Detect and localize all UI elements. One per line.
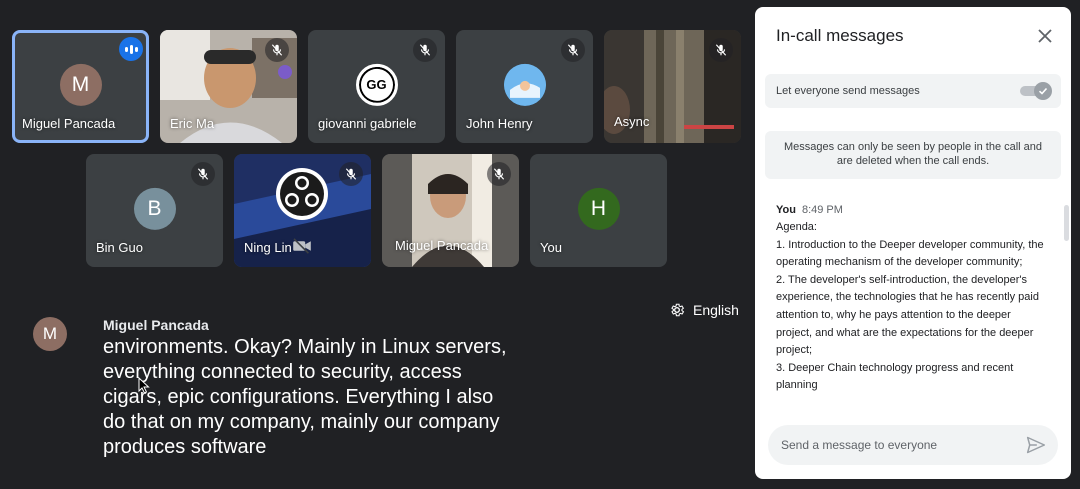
caption-text: environments. Okay? Mainly in Linux serv… [103, 336, 507, 458]
camera-off-icon [293, 238, 311, 254]
gear-icon [671, 303, 685, 317]
mic-off-icon [487, 162, 511, 186]
check-icon [1038, 87, 1048, 95]
participant-name: John Henry [466, 116, 533, 131]
mic-off-icon [561, 38, 585, 62]
close-button[interactable] [1033, 24, 1057, 48]
participant-tile-giovanni-gabriele[interactable]: GG giovanni gabriele [308, 30, 445, 143]
mic-off-icon [413, 38, 437, 62]
message-line: 3. Deeper Chain technology progress and … [776, 361, 1014, 392]
participant-tile-async[interactable]: Async [604, 30, 741, 143]
mic-off-icon [709, 38, 733, 62]
allow-messages-row: Let everyone send messages [765, 74, 1061, 108]
messages-notice: Messages can only be seen by people in t… [765, 131, 1061, 179]
language-label: English [693, 302, 739, 318]
participant-tile-miguel-pancada[interactable]: M Miguel Pancada [12, 30, 149, 143]
participant-tile-ning-lin[interactable]: Ning Lin [234, 154, 371, 267]
participant-name: Bin Guo [96, 240, 143, 255]
participant-tile-john-henry[interactable]: John Henry [456, 30, 593, 143]
mic-off-icon [339, 162, 363, 186]
participant-tile-bin-guo[interactable]: B Bin Guo [86, 154, 223, 267]
message-line: 1. Introduction to the Deeper developer … [776, 238, 1044, 269]
allow-messages-label: Let everyone send messages [776, 85, 920, 97]
send-icon[interactable] [1026, 435, 1046, 455]
message-time: 8:49 PM [801, 204, 843, 216]
message-line: Agenda: [776, 221, 817, 233]
participant-tile-eric-ma[interactable]: Eric Ma [160, 30, 297, 143]
participant-name: Ning Lin [244, 240, 292, 255]
caption-speaker-name: Miguel Pancada [103, 317, 209, 333]
participant-name: Miguel Pancada [22, 116, 116, 131]
close-icon [1038, 29, 1052, 43]
participant-tile-miguel-pancada-video[interactable]: Miguel Pancada [382, 154, 519, 267]
avatar: GG [355, 63, 398, 106]
avatar: M [59, 63, 102, 106]
in-call-messages-panel: In-call messages Let everyone send messa… [755, 7, 1071, 479]
participant-name: Eric Ma [170, 116, 215, 131]
mouse-cursor-icon [138, 377, 150, 394]
mic-off-icon [191, 162, 215, 186]
avatar: H [577, 187, 620, 230]
participant-tile-you[interactable]: H You [530, 154, 667, 267]
message-compose [768, 425, 1058, 465]
participant-name: You [540, 240, 562, 255]
message-input[interactable] [781, 435, 1011, 455]
speaking-indicator-icon [119, 37, 143, 61]
message-header: You 8:49 PM [776, 204, 843, 216]
caption-speaker-avatar: M [33, 317, 67, 351]
participant-name: Async [614, 114, 650, 129]
avatar [503, 63, 546, 106]
allow-messages-toggle[interactable] [1020, 82, 1052, 100]
participant-name: Miguel Pancada [395, 238, 489, 253]
mic-off-icon [265, 38, 289, 62]
panel-title: In-call messages [776, 26, 904, 45]
message-body: Agenda: 1. Introduction to the Deeper de… [776, 219, 1044, 417]
caption-language-button[interactable]: English [669, 302, 739, 318]
avatar: B [133, 187, 176, 230]
messages-scrollbar[interactable] [1064, 205, 1069, 241]
participant-name: giovanni gabriele [318, 116, 417, 131]
message-sender: You [776, 204, 796, 216]
message-line: 2. The developer's self-introduction, th… [776, 273, 1039, 357]
